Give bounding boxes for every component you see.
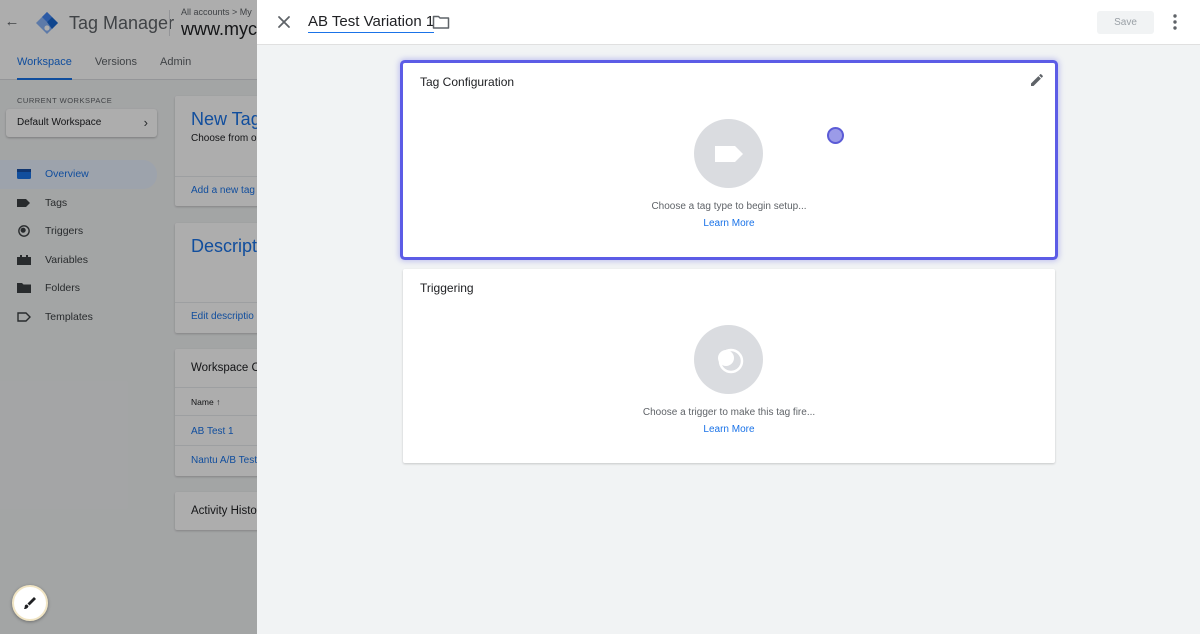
tag-icon xyxy=(714,145,743,162)
tag-name-input[interactable]: AB Test Variation 1 xyxy=(308,13,435,33)
triggering-card[interactable]: Triggering Choose a trigger to make this… xyxy=(403,269,1055,463)
triggering-title: Triggering xyxy=(420,281,474,295)
trigger-icon xyxy=(717,348,743,373)
triggering-learn-more-link[interactable]: Learn More xyxy=(403,424,1055,435)
panel-header: AB Test Variation 1 Save xyxy=(257,0,1200,45)
tag-configuration-learn-more-link[interactable]: Learn More xyxy=(403,218,1055,229)
edit-pencil-icon[interactable] xyxy=(1029,72,1045,88)
tag-type-placeholder[interactable] xyxy=(694,119,763,188)
folder-icon[interactable] xyxy=(432,14,450,30)
trigger-placeholder[interactable] xyxy=(694,325,763,394)
more-vert-icon[interactable] xyxy=(1167,12,1183,32)
tag-editor-panel: AB Test Variation 1 Save Tag Configurati… xyxy=(257,0,1200,634)
tag-configuration-title: Tag Configuration xyxy=(420,75,515,89)
extension-fab[interactable] xyxy=(12,585,48,621)
cursor-indicator xyxy=(827,127,844,144)
tag-configuration-card[interactable]: Tag Configuration Choose a tag type to b… xyxy=(403,63,1055,257)
tag-configuration-hint: Choose a tag type to begin setup... xyxy=(651,201,807,212)
close-icon[interactable] xyxy=(275,13,293,31)
save-button[interactable]: Save xyxy=(1097,11,1154,34)
triggering-hint: Choose a trigger to make this tag fire..… xyxy=(642,407,816,418)
brush-icon xyxy=(24,597,36,609)
